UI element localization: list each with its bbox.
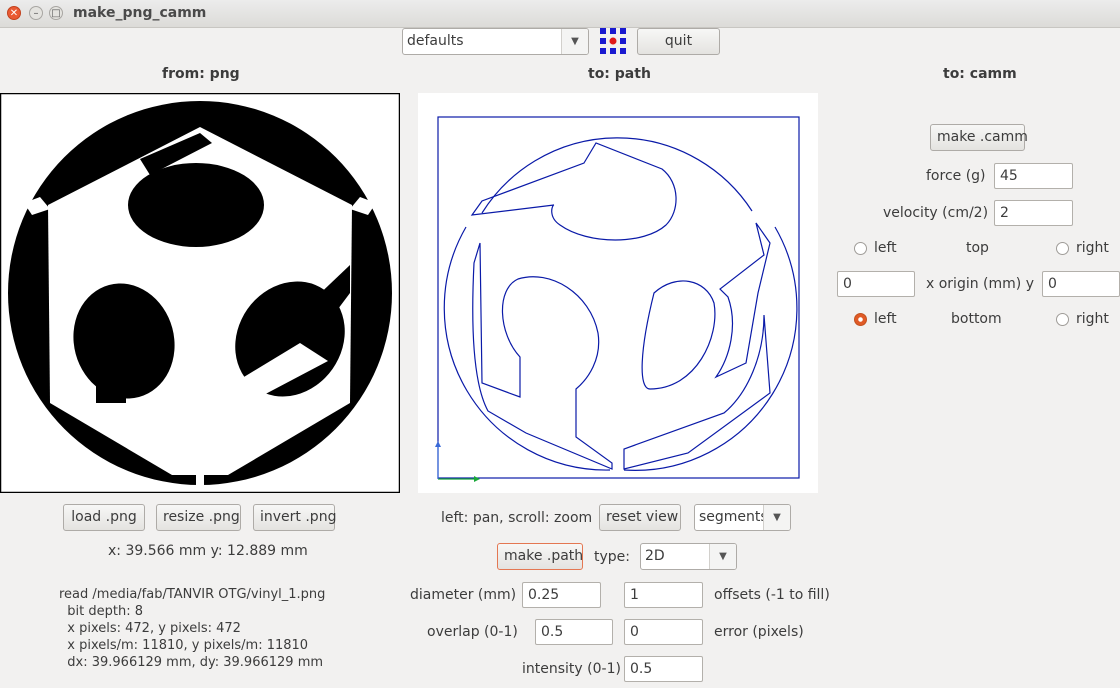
png-info: read /media/fab/TANVIR OTG/vinyl_1.png b… <box>59 569 325 688</box>
png-info-line: dx: 39.966129 mm, dy: 39.966129 mm <box>59 655 324 670</box>
chevron-down-icon[interactable]: ▼ <box>709 544 736 569</box>
offsets-input[interactable] <box>624 582 703 608</box>
png-info-line: bit depth: 8 <box>59 604 143 619</box>
bottom-label: bottom <box>951 311 1002 327</box>
view-mode-select[interactable]: segments ▼ <box>694 504 791 531</box>
intensity-input[interactable] <box>624 656 703 682</box>
overlap-label: overlap (0-1) <box>427 624 518 640</box>
app-grid-icon <box>600 28 626 54</box>
velocity-label: velocity (cm/2) <box>883 205 989 221</box>
view-hint: left: pan, scroll: zoom <box>441 510 593 526</box>
quit-button[interactable]: quit <box>637 28 720 55</box>
from-png-header: from: png <box>162 66 240 82</box>
to-path-header: to: path <box>588 66 651 82</box>
title-bar: ✕ – □ make_png_camm <box>0 0 1120 28</box>
diameter-label: diameter (mm) <box>410 587 517 603</box>
diameter-input[interactable] <box>522 582 601 608</box>
preset-select[interactable]: defaults ▼ <box>402 28 589 55</box>
origin-bottom-right-radio[interactable] <box>1056 313 1069 326</box>
offsets-label: offsets (-1 to fill) <box>714 587 830 603</box>
overlap-input[interactable] <box>535 619 613 645</box>
make-path-button[interactable]: make .path <box>497 543 583 570</box>
resize-png-button[interactable]: resize .png <box>156 504 241 531</box>
path-preview-canvas[interactable] <box>418 93 818 493</box>
reset-view-button[interactable]: reset view <box>599 504 681 531</box>
chevron-down-icon[interactable]: ▼ <box>561 29 588 54</box>
to-camm-header: to: camm <box>943 66 1017 82</box>
origin-label: x origin (mm) y <box>926 276 1034 292</box>
top-label: top <box>966 240 989 256</box>
velocity-input[interactable] <box>994 200 1073 226</box>
close-window-icon[interactable]: ✕ <box>7 6 21 20</box>
png-info-line: x pixels/m: 11810, y pixels/m: 11810 <box>59 638 309 653</box>
y-origin-input[interactable] <box>1042 271 1120 297</box>
maximize-window-icon[interactable]: □ <box>49 6 63 20</box>
bottom-left-label: left <box>874 311 897 327</box>
x-origin-input[interactable] <box>837 271 915 297</box>
force-label: force (g) <box>926 168 986 184</box>
error-label: error (pixels) <box>714 624 804 640</box>
invert-png-button[interactable]: invert .png <box>253 504 336 531</box>
intensity-label: intensity (0-1) <box>522 661 621 677</box>
load-png-button[interactable]: load .png <box>63 504 145 531</box>
path-type-select[interactable]: 2D ▼ <box>640 543 737 570</box>
force-input[interactable] <box>994 163 1073 189</box>
origin-top-left-radio[interactable] <box>854 242 867 255</box>
window-title: make_png_camm <box>73 5 207 21</box>
view-mode-value: segments <box>699 509 768 525</box>
png-info-line: read /media/fab/TANVIR OTG/vinyl_1.png <box>59 587 326 602</box>
preset-select-value: defaults <box>407 33 464 49</box>
error-input[interactable] <box>624 619 703 645</box>
path-type-value: 2D <box>645 548 665 564</box>
type-label: type: <box>594 549 630 565</box>
top-right-label: right <box>1076 240 1109 256</box>
png-info-line: x pixels: 472, y pixels: 472 <box>59 621 241 636</box>
make-camm-button[interactable]: make .camm <box>930 124 1028 151</box>
minimize-window-icon[interactable]: – <box>29 6 43 20</box>
top-left-label: left <box>874 240 897 256</box>
origin-bottom-left-radio[interactable] <box>854 313 867 326</box>
chevron-down-icon[interactable]: ▼ <box>763 505 790 530</box>
origin-top-right-radio[interactable] <box>1056 242 1069 255</box>
png-preview-canvas[interactable] <box>0 93 400 493</box>
bottom-right-label: right <box>1076 311 1109 327</box>
cursor-coords: x: 39.566 mm y: 12.889 mm <box>108 543 308 559</box>
